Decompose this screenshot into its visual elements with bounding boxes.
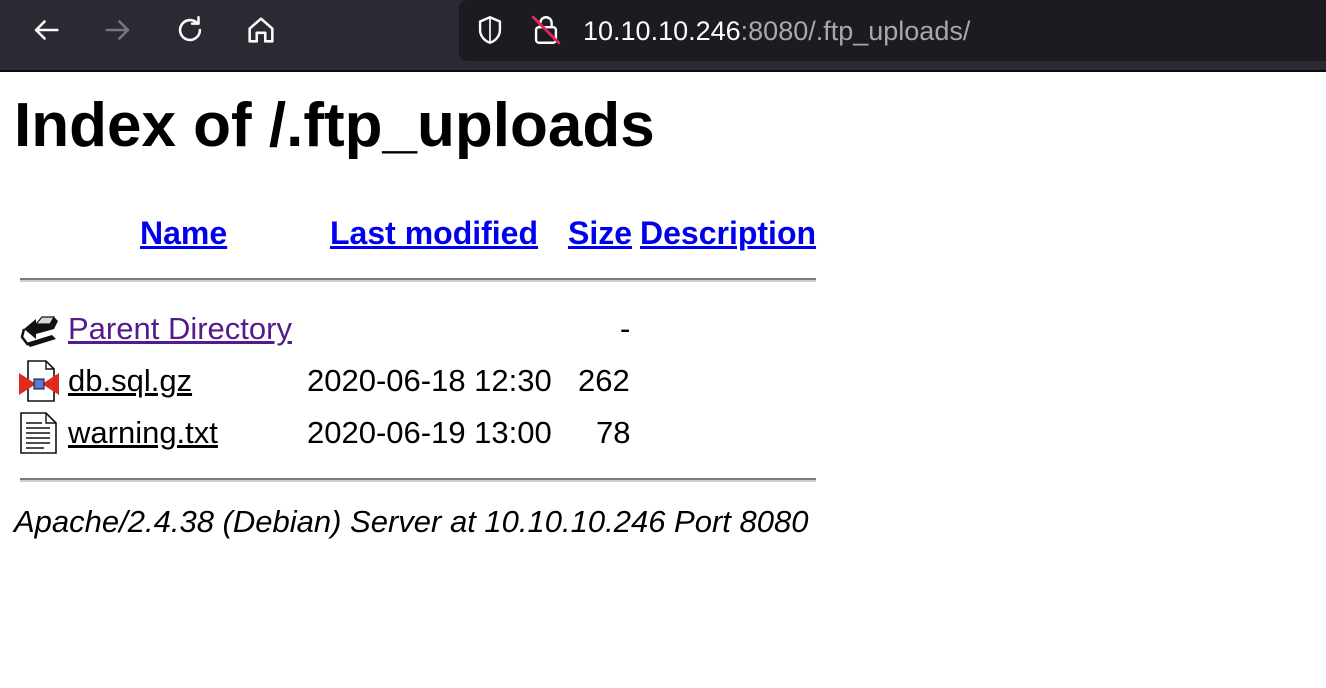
shield-icon[interactable] [473,13,507,47]
insecure-lock-icon[interactable] [529,13,563,47]
last-modified: 2020-06-18 12:30 [307,363,552,398]
url-text[interactable]: 10.10.10.246:8080/.ftp_uploads/ [583,15,970,47]
file-size: 78 [596,415,631,450]
url-host: 10.10.10.246 [583,16,741,46]
column-header-last-modified[interactable]: Last modified [330,214,538,252]
column-header-size[interactable]: Size [568,214,632,252]
page-title: Index of /.ftp_uploads [14,91,655,160]
footer-divider [20,478,816,482]
header-divider [20,278,816,282]
list-item-link[interactable]: Parent Directory [68,311,292,347]
url-path: :8080/.ftp_uploads/ [740,16,971,46]
text-file-icon [18,411,60,455]
home-icon [244,13,278,52]
back-folder-icon [18,307,60,351]
forward-arrow-icon [101,13,135,52]
reload-button[interactable] [169,11,211,53]
compressed-file-icon [18,359,60,403]
last-modified: 2020-06-19 13:00 [307,415,552,450]
list-item-link[interactable]: db.sql.gz [68,363,192,399]
file-size: 262 [578,363,630,398]
back-button[interactable] [25,11,67,53]
list-item-link[interactable]: warning.txt [68,415,218,451]
browser-toolbar: 10.10.10.246:8080/.ftp_uploads/ [0,0,1326,72]
back-arrow-icon [29,13,63,52]
forward-button[interactable] [97,11,139,53]
home-button[interactable] [240,11,282,53]
reload-icon [173,13,207,52]
column-header-description[interactable]: Description [640,214,816,252]
server-signature: Apache/2.4.38 (Debian) Server at 10.10.1… [14,504,809,539]
file-size: - [620,311,631,346]
column-header-name[interactable]: Name [140,214,227,252]
